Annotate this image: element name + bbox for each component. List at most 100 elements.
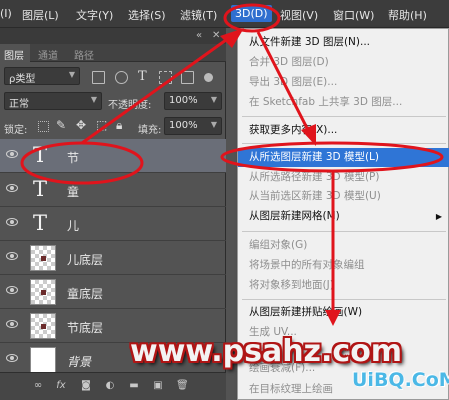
visibility-eye-icon[interactable] xyxy=(6,184,18,192)
layer-row[interactable]: T 儿 xyxy=(0,207,226,241)
menu-filter[interactable]: 滤镜(T) xyxy=(180,7,217,23)
folder-icon[interactable]: ▬ xyxy=(128,380,140,391)
thumbnail-mark xyxy=(41,324,46,329)
tab-channels[interactable]: 通道 xyxy=(38,47,58,62)
link-icon[interactable]: ∞ xyxy=(32,380,44,391)
layer-thumbnail xyxy=(30,347,56,373)
lock-all-icon[interactable]: 🔒︎ xyxy=(116,118,122,133)
lock-label: 锁定: xyxy=(4,125,28,136)
menu-item-new-mesh-from-layer[interactable]: 从图层新建网格(M) ▶ xyxy=(238,207,449,226)
visibility-eye-icon[interactable] xyxy=(6,218,18,226)
menu-layer[interactable]: 图层(L) xyxy=(22,7,59,23)
menu-divider xyxy=(242,299,446,300)
filter-kind-label: ρ类型 xyxy=(9,74,36,85)
layer-row[interactable]: 儿底层 xyxy=(0,241,226,275)
opacity-label: 不透明度: xyxy=(108,100,152,111)
type-filter-icon[interactable]: T xyxy=(138,69,147,84)
smart-object-filter-icon[interactable] xyxy=(181,71,194,84)
menu-item-export-3d-layer[interactable]: 导出 3D 图层(E)... xyxy=(238,73,449,92)
fill-field[interactable]: 100% ▼ xyxy=(164,117,222,135)
fx-icon[interactable]: fx xyxy=(55,380,67,391)
panel-footer: ∞ fx ◙ ◐ ▬ ▣ 🗑︎ xyxy=(0,372,226,400)
layer-thumbnail xyxy=(30,279,56,305)
visibility-eye-icon[interactable] xyxy=(6,252,18,260)
menu-item-label: 从图层新建网格(M) xyxy=(249,210,340,222)
visibility-eye-icon[interactable] xyxy=(6,286,18,294)
filter-row: ρ类型 ▼ T xyxy=(0,65,226,87)
text-layer-thumbnail-icon: T xyxy=(33,211,48,235)
menu-type[interactable]: 文字(Y) xyxy=(76,7,113,23)
adjustment-filter-icon[interactable] xyxy=(115,71,128,84)
menu-3d[interactable]: 3D(D) xyxy=(231,5,272,22)
shape-filter-icon[interactable] xyxy=(159,71,172,84)
layer-name: 节底层 xyxy=(67,321,104,335)
layer-thumbnail xyxy=(30,245,56,271)
text-layer-thumbnail-icon: T xyxy=(33,143,48,167)
layer-row[interactable]: T 节 xyxy=(0,139,226,173)
lock-row: 锁定: ✎ ✥ ⬚ 🔒︎ 填充: 100% ▼ xyxy=(0,115,226,137)
close-icon[interactable]: ✕ xyxy=(212,30,220,41)
blend-row: 正常 ▼ 不透明度: 100% ▼ xyxy=(0,90,226,112)
layer-row[interactable]: T 童 xyxy=(0,173,226,207)
lock-paint-icon[interactable]: ✎ xyxy=(56,118,66,132)
new-layer-icon[interactable]: ▣ xyxy=(152,380,164,391)
menu-item-new-3d-model-from-layer[interactable]: 从所选图层新建 3D 模型(L) xyxy=(238,148,449,167)
layer-name: 背景 xyxy=(67,355,92,369)
menu-item-new-tiled-painting[interactable]: 从图层新建拼贴绘画(W) xyxy=(238,303,449,322)
submenu-arrow-icon: ▶ xyxy=(435,212,442,221)
pixel-filter-icon[interactable] xyxy=(92,71,105,84)
menu-window[interactable]: 窗口(W) xyxy=(333,7,374,23)
collapse-icon[interactable]: « xyxy=(196,30,202,41)
menu-view[interactable]: 视图(V) xyxy=(280,7,318,23)
menu-image[interactable]: (I) xyxy=(0,7,12,20)
chevron-down-icon: ▼ xyxy=(210,120,217,129)
menu-item-merge-3d-layers[interactable]: 合并 3D 图层(D) xyxy=(238,53,449,72)
layer-thumbnail xyxy=(30,313,56,339)
panel-header: « ✕ xyxy=(0,28,226,44)
chevron-down-icon: ▼ xyxy=(210,95,217,104)
menu-item-group-all-objects[interactable]: 将场景中的所有对象编组 xyxy=(238,256,449,275)
mask-icon[interactable]: ◙ xyxy=(80,380,92,391)
menu-divider xyxy=(242,116,446,117)
layer-name: 童底层 xyxy=(67,287,104,301)
filter-kind-select[interactable]: ρ类型 ▼ xyxy=(4,67,80,85)
layer-name: 儿 xyxy=(67,219,80,233)
lock-artboard-icon[interactable]: ⬚ xyxy=(96,118,107,132)
lock-transparent-icon[interactable] xyxy=(38,121,49,132)
text-layer-thumbnail-icon: T xyxy=(33,177,48,201)
trash-icon[interactable]: 🗑︎ xyxy=(176,380,189,391)
watermark-secondary: UiBQ.CoM xyxy=(352,369,449,391)
watermark-text: www.psahz.com xyxy=(130,334,403,369)
menu-item-new-3d-model-from-selection[interactable]: 从当前选区新建 3D 模型(U) xyxy=(238,187,449,206)
menu-item-new-3d-layer-from-file[interactable]: 从文件新建 3D 图层(N)... xyxy=(238,33,449,52)
opacity-value: 100% xyxy=(169,95,198,106)
menu-bar: (I) 图层(L) 文字(Y) 选择(S) 滤镜(T) 3D(D) 视图(V) … xyxy=(0,0,449,28)
visibility-eye-icon[interactable] xyxy=(6,150,18,158)
blend-mode-select[interactable]: 正常 ▼ xyxy=(4,92,102,110)
tab-paths[interactable]: 路径 xyxy=(74,47,94,62)
panel-tabs: 图层 通道 路径 xyxy=(0,44,226,62)
menu-item-move-object-to-ground[interactable]: 将对象移到地面(J) xyxy=(238,276,449,295)
chevron-down-icon: ▼ xyxy=(90,95,97,104)
opacity-field[interactable]: 100% ▼ xyxy=(164,92,222,110)
layer-name: 儿底层 xyxy=(67,253,104,267)
lock-move-icon[interactable]: ✥ xyxy=(76,118,86,132)
chevron-down-icon: ▼ xyxy=(68,70,75,79)
visibility-eye-icon[interactable] xyxy=(6,320,18,328)
thumbnail-mark xyxy=(41,256,46,261)
menu-divider xyxy=(242,143,446,144)
menu-select[interactable]: 选择(S) xyxy=(128,7,166,23)
blend-mode-value: 正常 xyxy=(9,99,29,110)
layer-row[interactable]: 童底层 xyxy=(0,275,226,309)
thumbnail-mark xyxy=(41,290,46,295)
menu-divider xyxy=(242,231,446,232)
menu-item-group-objects[interactable]: 编组对象(G) xyxy=(238,236,449,255)
visibility-eye-icon[interactable] xyxy=(6,354,18,362)
menu-item-share-sketchfab[interactable]: 在 Sketchfab 上共享 3D 图层... xyxy=(238,93,449,112)
adjustment-icon[interactable]: ◐ xyxy=(104,380,116,391)
menu-item-new-3d-model-from-path[interactable]: 从所选路径新建 3D 模型(P) xyxy=(238,168,449,187)
filter-toggle-icon[interactable] xyxy=(204,73,213,82)
menu-help[interactable]: 帮助(H) xyxy=(388,7,427,23)
tab-layers[interactable]: 图层 xyxy=(4,47,24,62)
menu-item-get-more-content[interactable]: 获取更多内容(X)... xyxy=(238,121,449,140)
